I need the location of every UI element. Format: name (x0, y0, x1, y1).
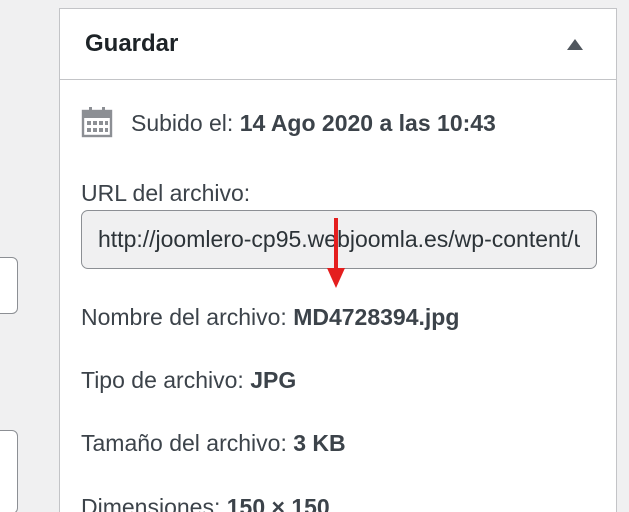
file-size-label: Tamaño del archivo: (81, 430, 287, 456)
arrow-up-icon (567, 38, 583, 50)
file-type-value: JPG (250, 367, 297, 393)
dimensions: Dimensiones: 150 × 150 (81, 494, 330, 512)
toggle-panel-button[interactable] (560, 29, 590, 59)
file-url-label: URL del archivo: (81, 180, 251, 206)
red-arrow-down-icon (327, 218, 345, 288)
uploaded-value: 14 Ago 2020 a las 10:43 (239, 109, 496, 136)
file-name-label: Nombre del archivo: (81, 304, 287, 330)
file-name: Nombre del archivo: MD4728394.jpg (81, 304, 459, 331)
dimensions-value: 150 × 150 (226, 494, 330, 512)
file-type-label: Tipo de archivo: (81, 367, 244, 393)
calendar-icon (81, 107, 113, 138)
file-size-value: 3 KB (293, 430, 346, 456)
file-type: Tipo de archivo: JPG (81, 367, 296, 394)
left-partial-field-2[interactable] (0, 430, 18, 512)
dimensions-label: Dimensiones: (81, 494, 221, 512)
uploaded-on: Subido el: 14 Ago 2020 a las 10:43 (81, 107, 496, 138)
postbox-header: Guardar (60, 9, 616, 80)
media-details-screen: Guardar Subido el: 14 Ago 2020 a las 10:… (0, 0, 629, 512)
left-partial-field-1[interactable] (0, 257, 18, 314)
file-name-value: MD4728394.jpg (293, 304, 460, 330)
uploaded-label: Subido el: (131, 109, 234, 136)
save-postbox: Guardar Subido el: 14 Ago 2020 a las 10:… (59, 8, 617, 512)
file-size: Tamaño del archivo: 3 KB (81, 430, 346, 457)
postbox-title: Guardar (85, 30, 179, 57)
